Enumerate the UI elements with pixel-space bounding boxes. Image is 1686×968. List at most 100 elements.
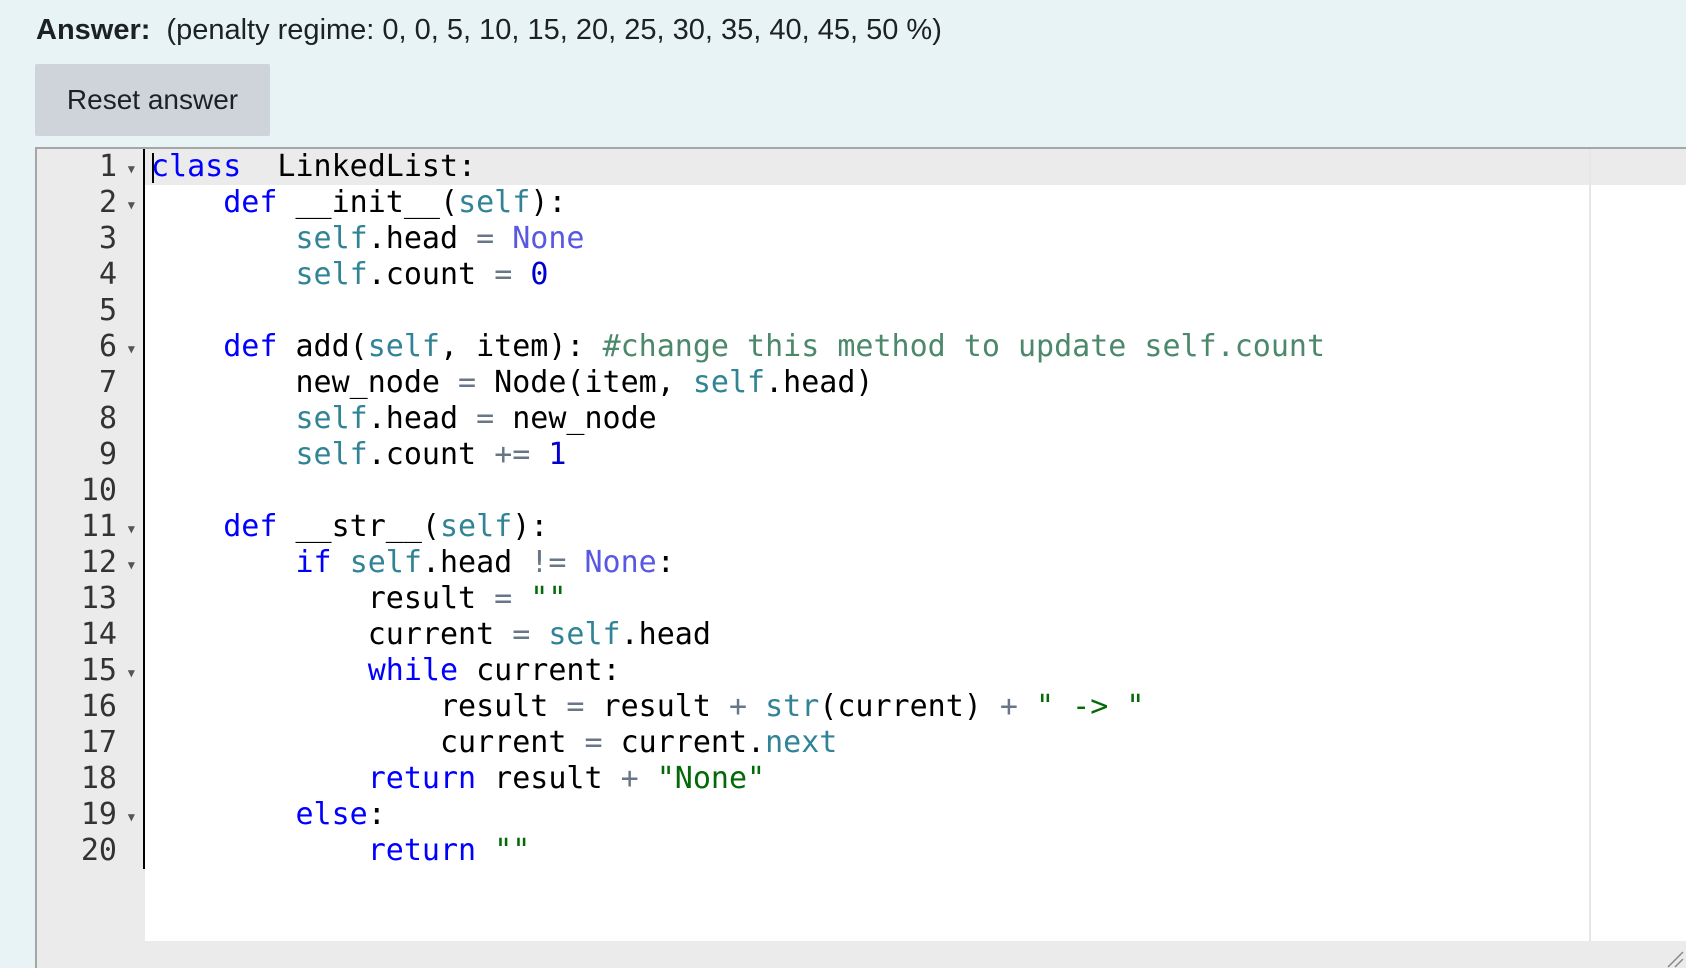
fold-arrow-icon[interactable]: ▼	[128, 199, 135, 211]
code-line: return ""	[151, 833, 1325, 869]
code-token: "None"	[656, 761, 766, 796]
gutter-row: 20	[37, 833, 143, 869]
gutter-row: 9	[37, 437, 143, 473]
code-token: self	[367, 329, 440, 364]
line-number: 20	[80, 833, 117, 868]
line-number: 5	[98, 293, 117, 328]
code-token: +	[728, 689, 748, 724]
code-token: result	[151, 689, 567, 724]
code-token: #change this method to update self.count	[602, 329, 1326, 364]
code-line: self.count = 0	[151, 257, 1325, 293]
line-number: 17	[80, 725, 117, 760]
gutter-row: 6 ▼	[37, 329, 143, 365]
code-token: new_node	[494, 401, 657, 436]
code-token: def	[223, 509, 278, 544]
line-number: 6	[98, 329, 117, 364]
line-number: 3	[98, 221, 117, 256]
code-token: current	[151, 617, 513, 652]
code-token: (current)	[819, 689, 1000, 724]
code-token: return	[367, 761, 477, 796]
gutter-row: 5	[37, 293, 143, 329]
gutter-row: 11 ▼	[37, 509, 143, 545]
code-token: ):	[512, 509, 549, 544]
code-token: .head)	[765, 365, 874, 400]
line-number: 4	[98, 257, 117, 292]
gutter-row: 3	[37, 221, 143, 257]
fold-arrow-icon[interactable]: ▼	[128, 523, 135, 535]
code-token: self	[295, 257, 368, 292]
code-token: +	[620, 761, 639, 796]
code-token: def	[223, 185, 278, 220]
code-line: new_node = Node(item, self.head)	[151, 365, 1325, 401]
gutter-row: 15 ▼	[37, 653, 143, 689]
gutter-row: 8	[37, 401, 143, 437]
line-number: 14	[80, 617, 117, 652]
line-number: 13	[80, 581, 117, 616]
fold-arrow-icon[interactable]: ▼	[128, 343, 135, 355]
code-token: Node(item,	[476, 365, 693, 400]
code-token: =	[494, 581, 513, 616]
code-token: return	[367, 833, 477, 868]
answer-line: Answer: (penalty regime: 0, 0, 5, 10, 15,…	[36, 10, 942, 50]
line-number: 2	[98, 185, 117, 220]
code-line: self.count += 1	[151, 437, 1325, 473]
gutter-row: 14	[37, 617, 143, 653]
code-token: , item):	[440, 329, 603, 364]
code-line: result = ""	[151, 581, 1325, 617]
reset-answer-button[interactable]: Reset answer	[35, 64, 270, 136]
editor-bottom-area	[37, 941, 1686, 968]
code-line: def __str__(self):	[151, 509, 1325, 545]
code-token: 1	[548, 437, 567, 472]
code-line: if self.head != None:	[151, 545, 1325, 581]
code-token: if	[295, 545, 332, 580]
code-token: =	[512, 617, 531, 652]
code-token: __init__(	[277, 185, 459, 220]
line-number: 8	[98, 401, 117, 436]
code-token: self	[440, 509, 513, 544]
code-token: current	[151, 725, 585, 760]
code-token: :	[656, 545, 675, 580]
line-number-gutter: 1 ▼ 2 ▼ 3 4 5 6 ▼ 7 8 9 10 11 ▼ 12 ▼ 13 14 15 ▼ 16 17 18 19 ▼ 20	[37, 149, 145, 869]
line-number: 16	[80, 689, 117, 724]
code-editor[interactable]: 1 ▼ 2 ▼ 3 4 5 6 ▼ 7 8 9 10 11 ▼ 12 ▼ 13 14 15 ▼ 16 17 18 19 ▼ 20 c…	[35, 147, 1686, 968]
resize-handle-icon[interactable]	[1664, 948, 1684, 968]
code-token: class	[151, 149, 242, 184]
code-token: :	[367, 797, 386, 832]
fold-arrow-icon[interactable]: ▼	[128, 163, 135, 175]
code-line: result = result + str(current) + " -> "	[151, 689, 1325, 725]
code-token: result	[476, 761, 621, 796]
code-token: ""	[494, 833, 531, 868]
line-number: 9	[98, 437, 117, 472]
print-margin	[1589, 149, 1591, 941]
code-token: +	[999, 689, 1018, 724]
line-number: 12	[80, 545, 117, 580]
code-token: else	[295, 797, 368, 832]
code-token: =	[494, 257, 513, 292]
code-token: =	[566, 689, 585, 724]
code-token: add(	[277, 329, 368, 364]
code-token: 0	[530, 257, 549, 292]
gutter-row: 18	[37, 761, 143, 797]
code-token: =	[458, 365, 477, 400]
fold-arrow-icon[interactable]: ▼	[128, 667, 135, 679]
code-line: self.head = new_node	[151, 401, 1325, 437]
fold-arrow-icon[interactable]: ▼	[128, 811, 135, 823]
code-token: self	[692, 365, 766, 400]
fold-arrow-icon[interactable]: ▼	[128, 559, 135, 571]
gutter-row: 10	[37, 473, 143, 509]
code-line: current = current.next	[151, 725, 1325, 761]
code-token: +=	[494, 437, 531, 472]
gutter-row: 2 ▼	[37, 185, 143, 221]
code-line: self.head = None	[151, 221, 1325, 257]
